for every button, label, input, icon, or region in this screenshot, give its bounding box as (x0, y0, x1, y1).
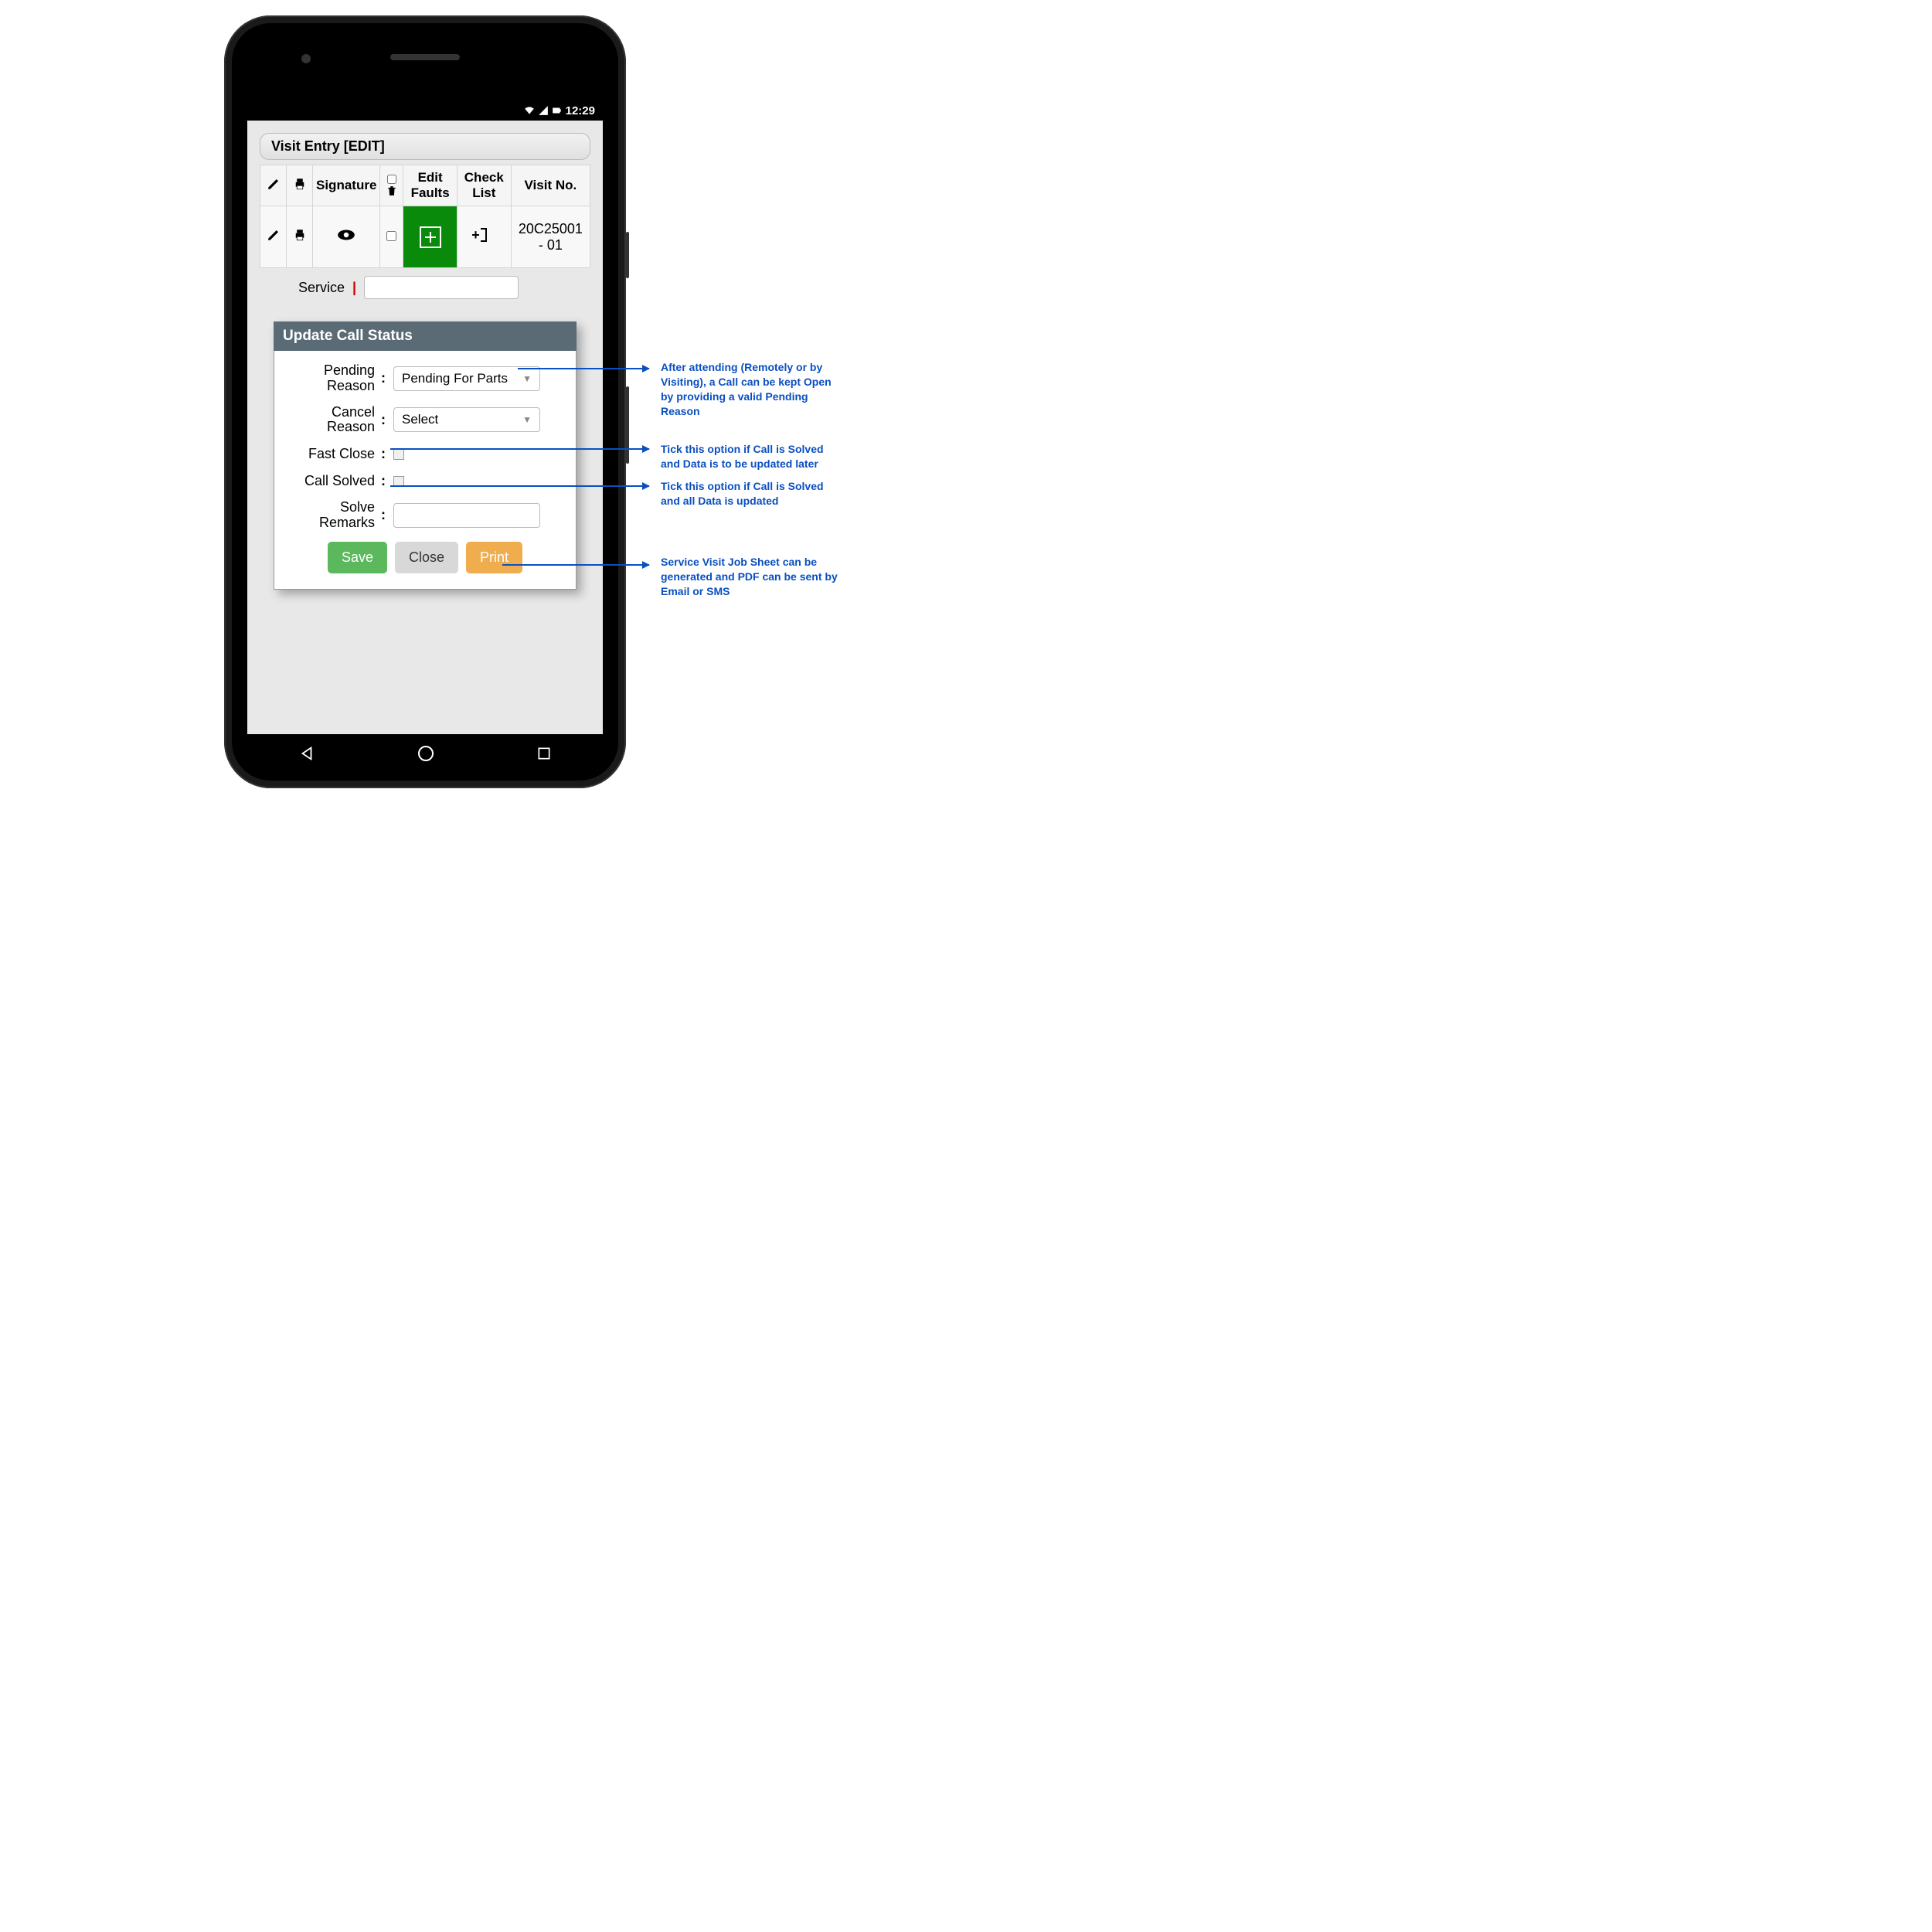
printer-icon (293, 228, 307, 242)
chevron-down-icon: ▼ (522, 373, 532, 384)
header-check-list: Check List (457, 165, 511, 206)
add-fault-icon (420, 226, 441, 248)
annotation-arrow (502, 564, 649, 566)
annotation-arrow (518, 368, 649, 369)
side-button (626, 386, 629, 464)
print-button[interactable]: Print (466, 542, 522, 573)
signal-icon (538, 105, 549, 116)
wifi-icon (524, 105, 535, 116)
android-nav-bar (247, 734, 603, 773)
pencil-icon (267, 177, 281, 191)
row-signature-cell[interactable] (313, 206, 380, 268)
call-solved-label: Call Solved (290, 474, 375, 489)
header-signature: Signature (313, 165, 380, 206)
table-header-row: Signature Edit Faults Check List Visit N… (260, 165, 590, 206)
row-print-cell[interactable] (287, 206, 313, 268)
status-time: 12:29 (566, 104, 595, 117)
phone-camera (301, 54, 311, 63)
annotation-fast-close: Tick this option if Call is Solved and D… (661, 442, 838, 471)
row-select-cell[interactable] (380, 206, 403, 268)
home-icon[interactable] (417, 744, 435, 763)
solve-remarks-input[interactable] (393, 503, 540, 528)
annotation-print: Service Visit Job Sheet can be generated… (661, 555, 838, 599)
dialog-title: Update Call Status (274, 321, 577, 351)
trash-icon[interactable] (386, 185, 397, 196)
table-row: 20C25001 - 01 (260, 206, 590, 268)
pending-reason-label: Pending Reason (290, 363, 375, 394)
page-title: Visit Entry [EDIT] (260, 133, 590, 160)
annotation-arrow (390, 448, 649, 450)
recent-apps-icon[interactable] (536, 746, 552, 761)
service-select[interactable] (364, 276, 519, 299)
header-visit-no: Visit No. (511, 165, 590, 206)
row-checklist-cell[interactable] (457, 206, 511, 268)
service-row: Service | (260, 276, 590, 299)
service-label: Service (298, 280, 345, 296)
row-visit-no: 20C25001 - 01 (511, 206, 590, 268)
fast-close-label: Fast Close (290, 447, 375, 462)
pending-reason-select[interactable]: Pending For Parts ▼ (393, 366, 540, 391)
annotation-arrow (390, 485, 649, 487)
battery-icon (552, 105, 563, 116)
eye-icon (336, 225, 356, 245)
solve-remarks-label: Solve Remarks (290, 500, 375, 531)
header-print (287, 165, 313, 206)
row-edit-faults-cell[interactable] (403, 206, 457, 268)
save-button[interactable]: Save (328, 542, 387, 573)
side-button (626, 232, 629, 278)
close-button[interactable]: Close (395, 542, 458, 573)
phone-speaker (390, 54, 460, 60)
add-checklist-icon (481, 228, 487, 242)
screen: 12:29 Visit Entry [EDIT] Signature (247, 100, 603, 734)
row-checkbox[interactable] (386, 231, 396, 241)
cancel-reason-value: Select (402, 412, 438, 427)
android-status-bar: 12:29 (247, 100, 603, 121)
header-edit (260, 165, 287, 206)
select-all-checkbox[interactable] (387, 175, 396, 184)
required-marker: | (352, 280, 356, 296)
chevron-down-icon: ▼ (522, 414, 532, 425)
annotation-pending: After attending (Remotely or by Visiting… (661, 360, 838, 419)
header-edit-faults: Edit Faults (403, 165, 457, 206)
printer-icon (293, 177, 307, 191)
pending-reason-value: Pending For Parts (402, 371, 508, 386)
pencil-icon (267, 228, 281, 242)
cancel-reason-select[interactable]: Select ▼ (393, 407, 540, 432)
update-call-status-dialog: Update Call Status Pending Reason : Pend… (274, 321, 577, 590)
visit-table: Signature Edit Faults Check List Visit N… (260, 165, 590, 268)
row-edit-cell[interactable] (260, 206, 287, 268)
annotation-call-solved: Tick this option if Call is Solved and a… (661, 479, 838, 509)
back-icon[interactable] (298, 745, 315, 762)
cancel-reason-label: Cancel Reason (290, 405, 375, 436)
phone-frame: 12:29 Visit Entry [EDIT] Signature (224, 15, 626, 788)
header-checkbox-delete (380, 165, 403, 206)
fast-close-checkbox[interactable] (393, 449, 404, 460)
